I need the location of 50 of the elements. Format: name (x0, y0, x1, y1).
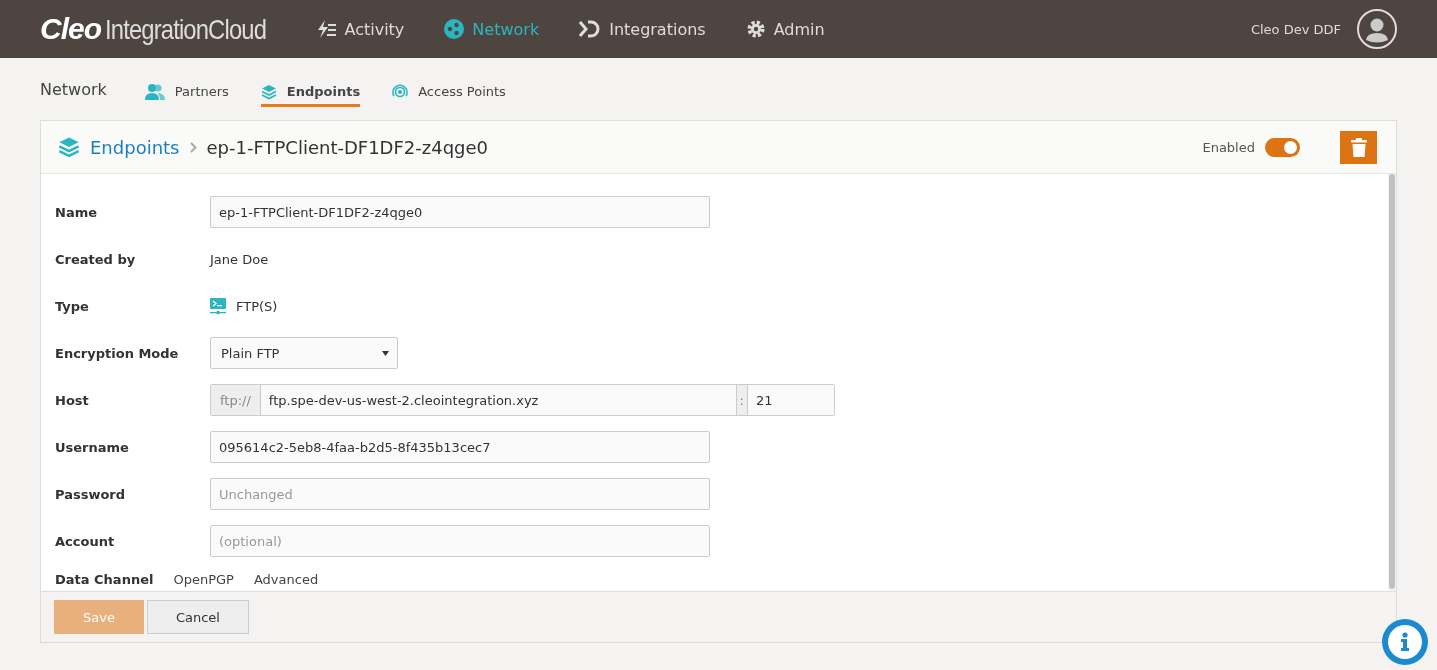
settings-icon (745, 19, 766, 39)
text-field[interactable]: 095614c2-5eb8-4faa-b2d5-8f435b13cec7 (210, 431, 710, 463)
nav-link[interactable]: Admin (745, 19, 825, 39)
field-label: Username (55, 439, 130, 455)
field-value: Jane Doe (210, 251, 269, 267)
delete-button[interactable] (1340, 130, 1377, 164)
layers-icon (260, 83, 277, 100)
nav-link[interactable]: Network (444, 19, 540, 39)
info-button[interactable] (1382, 619, 1428, 665)
people-icon (144, 82, 165, 101)
scrollbar-thumb[interactable] (1389, 174, 1395, 589)
field-label: Encryption Mode (55, 345, 180, 361)
tab[interactable]: Endpoints (260, 77, 361, 107)
breadcrumb-current: ep-1-FTPClient-DF1DF2-z4qge0 (206, 136, 489, 158)
text-field[interactable]: (optional) (210, 525, 710, 557)
tab[interactable]: Access Points (392, 77, 506, 107)
toggle-label: Enabled (1202, 139, 1255, 155)
signal-icon (392, 83, 409, 100)
nav-link[interactable]: Integrations (579, 19, 706, 39)
chevron-right-icon (189, 141, 197, 153)
field-label: Account (55, 533, 116, 549)
section-title: Network (40, 79, 107, 99)
nav-link[interactable]: Activity (316, 19, 405, 39)
layers-icon (58, 136, 80, 158)
field-value: FTP(S) (236, 298, 278, 314)
section-tab[interactable]: OpenPGP (173, 572, 234, 587)
chevron-circle-icon (579, 19, 602, 39)
caret-icon (382, 350, 389, 356)
avatar-icon[interactable] (1357, 9, 1397, 49)
field-label: Name (55, 204, 98, 220)
section-tab[interactable]: Advanced (253, 572, 319, 587)
tab[interactable]: Partners (144, 76, 229, 108)
text-field[interactable]: Unchanged (210, 478, 710, 510)
enabled-toggle[interactable] (1265, 137, 1300, 157)
select-dropdown[interactable]: Plain FTP (210, 337, 398, 369)
info-icon (1386, 623, 1424, 661)
cancel-button[interactable]: Cancel (146, 600, 249, 634)
user-name[interactable]: Cleo Dev DDF (1250, 21, 1341, 37)
network-icon (444, 19, 465, 39)
breadcrumb-link[interactable]: Endpoints (90, 136, 180, 158)
field-label: Type (55, 298, 90, 314)
section-tab[interactable]: Data Channel (55, 572, 154, 587)
logo[interactable]: Cleo IntegrationCloud (40, 12, 265, 46)
trash-icon (1350, 137, 1367, 157)
field-label: Host (55, 392, 90, 408)
bolt-list-icon (316, 20, 337, 38)
field-label: Created by (55, 251, 137, 267)
terminal-icon (210, 297, 226, 315)
field-label: Password (55, 486, 127, 502)
text-field[interactable]: ep-1-FTPClient-DF1DF2-z4qge0 (210, 196, 710, 228)
